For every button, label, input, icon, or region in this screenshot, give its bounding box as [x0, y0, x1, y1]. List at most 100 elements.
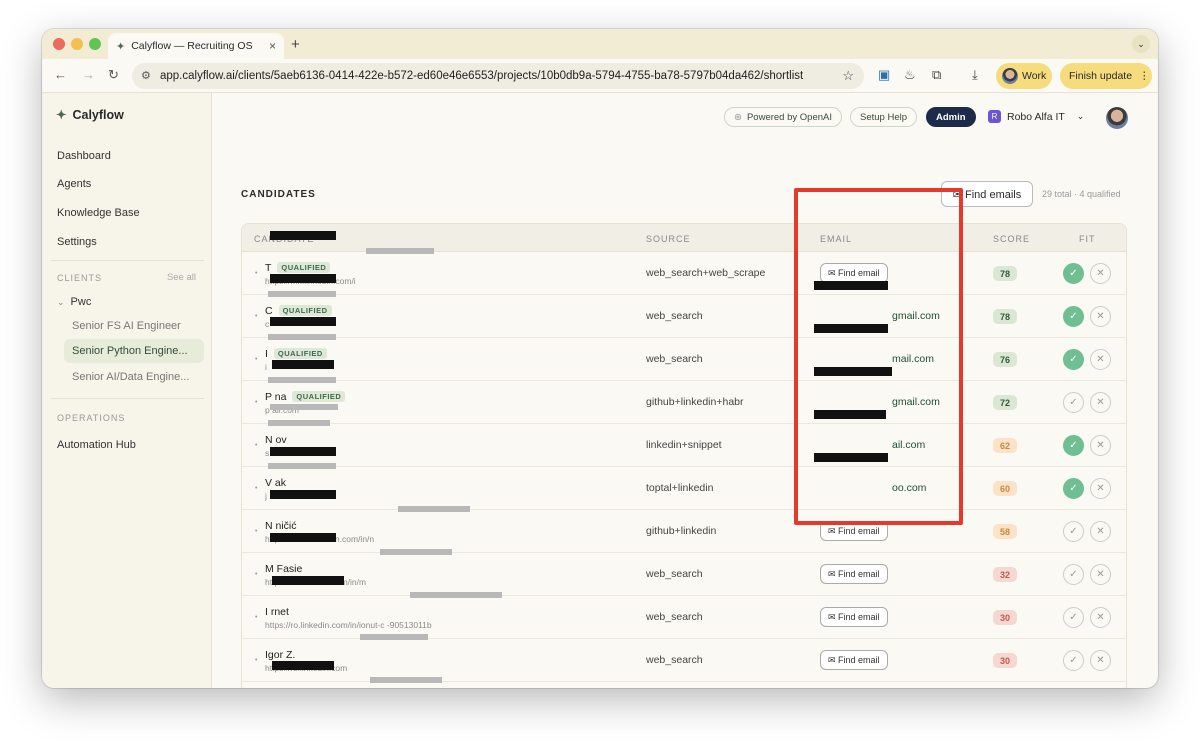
sidebar-item-automation-hub[interactable]: Automation Hub — [57, 439, 136, 451]
candidate-name[interactable]: I QUALIFIED — [265, 348, 327, 360]
brand-logo[interactable]: ✦ Calyflow — [56, 107, 124, 123]
bullet-icon: • — [255, 399, 258, 406]
profile-button[interactable]: Work — [996, 63, 1052, 89]
table-row[interactable]: •N ničićhttps://www.linkedin.com/in/ngit… — [242, 510, 1126, 553]
table-row[interactable]: • I rnet https://ro.linkedin.com/in/ionut-… — [242, 596, 1126, 639]
table-row[interactable]: • C QUALIFIED c web_search gmail.com 78 ✓ ✕ — [242, 295, 1126, 338]
new-tab-button[interactable]: + — [291, 36, 300, 53]
table-row[interactable]: • P na QUALIFIED p ail.com github+linkedin+h… — [242, 381, 1126, 424]
fit-approve-button[interactable]: ✓ — [1063, 650, 1084, 671]
candidate-link[interactable]: c — [265, 319, 269, 329]
candidate-name[interactable]: C QUALIFIED — [265, 305, 332, 317]
bullet-icon: • — [255, 442, 258, 449]
close-tab-icon[interactable]: × — [269, 39, 276, 53]
url-text: app.calyflow.ai/clients/5aeb6136-0414-42… — [160, 70, 804, 82]
email-column-highlight — [794, 188, 963, 525]
candidate-name[interactable]: M Fasie — [265, 563, 302, 575]
table-row[interactable]: •V akj .comtoptal+linkedinoo.com60✓✕ — [242, 467, 1126, 510]
setup-help-button[interactable]: Setup Help — [850, 107, 918, 127]
sidebar: ✦ Calyflow Dashboard Agents Knowledge Ba… — [42, 93, 212, 688]
candidate-link[interactable]: i — [265, 362, 267, 372]
bullet-icon: • — [255, 485, 258, 492]
candidate-name[interactable]: P na QUALIFIED — [265, 391, 346, 403]
see-all-link[interactable]: See all — [167, 272, 196, 283]
fit-reject-button[interactable]: ✕ — [1090, 392, 1111, 413]
redaction — [360, 634, 428, 640]
score-badge: 72 — [993, 395, 1017, 410]
tab-search-button[interactable]: ⌄ — [1132, 35, 1150, 53]
fit-approve-button[interactable]: ✓ — [1063, 263, 1084, 284]
address-bar: ← → ↻ ⚙ app.calyflow.ai/clients/5aeb6136… — [42, 59, 1158, 93]
user-avatar[interactable] — [1106, 107, 1128, 129]
download-icon[interactable]: ⤓ — [972, 67, 978, 83]
candidate-source: web_search — [646, 310, 703, 322]
table-row[interactable]: •N ovs .comlinkedin+snippetail.com62✓✕ — [242, 424, 1126, 467]
fit-approve-button[interactable]: ✓ — [1063, 349, 1084, 370]
candidate-name[interactable]: N ov — [265, 434, 287, 446]
openai-icon: ⊛ — [734, 111, 742, 123]
fit-reject-button[interactable]: ✕ — [1090, 263, 1111, 284]
fit-approve-button[interactable]: ✓ — [1063, 607, 1084, 628]
url-field[interactable]: ⚙ app.calyflow.ai/clients/5aeb6136-0414-… — [132, 63, 864, 89]
project-item[interactable]: Senior FS AI Engineer — [72, 320, 204, 332]
fit-reject-button[interactable]: ✕ — [1090, 607, 1111, 628]
redaction — [814, 453, 888, 462]
org-icon: R — [988, 110, 1001, 123]
browser-window: ✦ Calyflow — Recruiting OS × + ⌄ ← → ↻ ⚙… — [42, 29, 1158, 688]
fit-reject-button[interactable]: ✕ — [1090, 435, 1111, 456]
bookmark-star-icon[interactable]: ☆ — [842, 68, 854, 84]
fit-reject-button[interactable]: ✕ — [1090, 306, 1111, 327]
table-row[interactable]: •Igor Z.https://rs.linkedin.comweb_searc… — [242, 639, 1126, 682]
candidate-name[interactable]: V ak — [265, 477, 286, 489]
fit-approve-button[interactable]: ✓ — [1063, 564, 1084, 585]
fit-approve-button[interactable]: ✓ — [1063, 521, 1084, 542]
close-window-button[interactable] — [53, 38, 65, 50]
extension-icon[interactable]: ▣ — [878, 67, 890, 83]
table-row[interactable]: •TQUALIFIEDhttps://mk.linkedin.com/iweb_… — [242, 252, 1126, 295]
admin-button[interactable]: Admin — [926, 107, 976, 127]
fit-approve-button[interactable]: ✓ — [1063, 478, 1084, 499]
back-icon[interactable]: ← — [54, 67, 67, 82]
sidebar-item-agents[interactable]: Agents — [57, 178, 91, 190]
puzzle-icon[interactable]: ⧉ — [932, 67, 941, 83]
fit-reject-button[interactable]: ✕ — [1090, 521, 1111, 542]
qualified-badge: QUALIFIED — [292, 391, 346, 402]
fit-reject-button[interactable]: ✕ — [1090, 349, 1111, 370]
client-pwc[interactable]: ⌄ Pwc — [57, 296, 91, 308]
forward-icon[interactable]: → — [82, 67, 95, 82]
fit-approve-button[interactable]: ✓ — [1063, 435, 1084, 456]
project-item[interactable]: Senior AI/Data Engine... — [72, 371, 204, 383]
table-row[interactable]: •M Fasiehttps://ro.linkedin.com/in/mweb_… — [242, 553, 1126, 596]
fit-reject-button[interactable]: ✕ — [1090, 478, 1111, 499]
candidate-name-text: Igor Z. — [265, 649, 296, 661]
find-email-button[interactable]: ✉ Find email — [820, 650, 888, 670]
table-row[interactable]: • I QUALIFIED i web_search mail.com 76 ✓ ✕ — [242, 338, 1126, 381]
finish-update-button[interactable]: Finish update ⋮ — [1060, 63, 1152, 89]
find-email-button[interactable]: ✉ Find email — [820, 564, 888, 584]
fit-approve-button[interactable]: ✓ — [1063, 306, 1084, 327]
candidate-name[interactable]: T QUALIFIED — [265, 262, 331, 274]
browser-tab[interactable]: ✦ Calyflow — Recruiting OS × — [108, 33, 284, 59]
sidebar-item-settings[interactable]: Settings — [57, 236, 97, 248]
candidate-name[interactable]: Igor Z. — [265, 649, 295, 661]
sidebar-item-dashboard[interactable]: Dashboard — [57, 150, 111, 162]
sparkle-icon: ✦ — [56, 108, 67, 122]
site-settings-icon[interactable]: ⚙ — [141, 69, 151, 82]
candidate-source: github+linkedin+habr — [646, 396, 744, 408]
chef-extension-icon[interactable]: ♨ — [904, 67, 916, 83]
minimize-window-button[interactable] — [71, 38, 83, 50]
redaction — [270, 447, 336, 456]
fit-reject-button[interactable]: ✕ — [1090, 564, 1111, 585]
redaction — [398, 506, 470, 512]
find-email-button[interactable]: ✉ Find email — [820, 607, 888, 627]
reload-icon[interactable]: ↻ — [108, 67, 119, 83]
project-item-active[interactable]: Senior Python Engine... — [72, 345, 204, 357]
fit-reject-button[interactable]: ✕ — [1090, 650, 1111, 671]
fit-approve-button[interactable]: ✓ — [1063, 392, 1084, 413]
org-switcher[interactable]: R Robo Alfa IT ⌄ — [988, 110, 1084, 123]
candidate-name[interactable]: I rnet — [265, 606, 289, 618]
candidate-link[interactable]: https://ro.linkedin.com/in/ionut-c -9051… — [265, 620, 432, 630]
sidebar-item-knowledge-base[interactable]: Knowledge Base — [57, 207, 140, 219]
candidate-name[interactable]: N ničić — [265, 520, 297, 532]
zoom-window-button[interactable] — [89, 38, 101, 50]
